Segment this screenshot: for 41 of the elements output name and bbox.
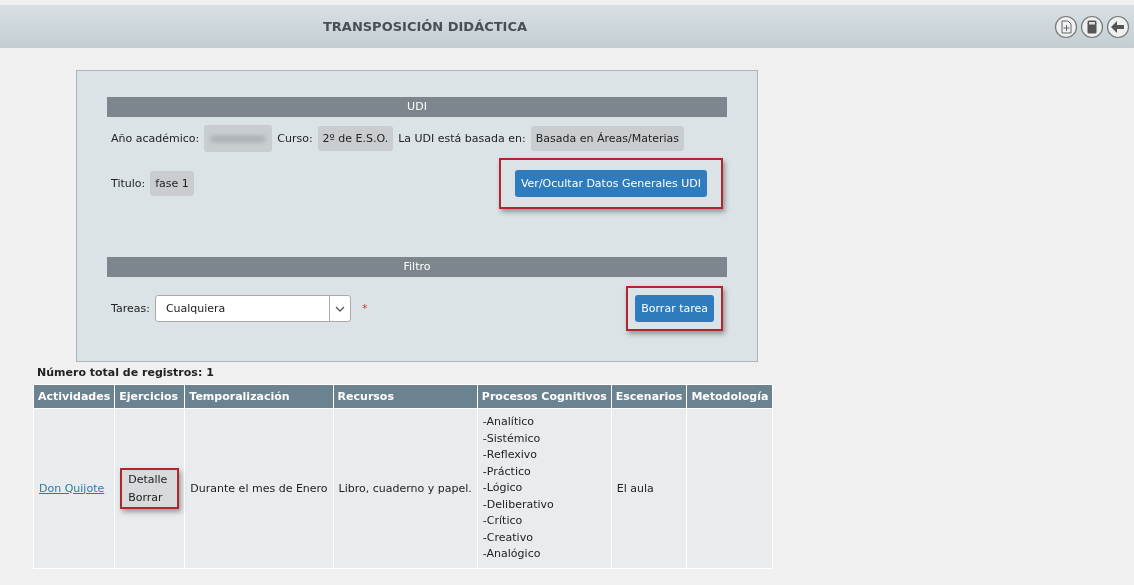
column-header: Procesos Cognitivos bbox=[477, 384, 612, 409]
required-mark: * bbox=[361, 302, 368, 315]
toggle-details-button[interactable]: Ver/Ocultar Datos Generales UDI bbox=[514, 170, 707, 197]
table-cell: Libro, cuaderno y papel. bbox=[333, 408, 478, 568]
field-label: Tareas: bbox=[111, 302, 150, 315]
record-count: Número total de registros: 1 bbox=[37, 366, 214, 379]
calculator-icon[interactable] bbox=[1080, 14, 1104, 39]
process-item: -Creativo bbox=[482, 530, 534, 545]
section-header: UDI bbox=[107, 97, 727, 117]
table-cell: Durante el mes de Enero bbox=[184, 408, 334, 568]
field-label: Año académico: bbox=[111, 132, 200, 145]
column-header: Escenarios bbox=[611, 384, 687, 409]
title-value: fase 1 bbox=[150, 171, 194, 196]
field-value: Basada en Áreas/Materias bbox=[530, 126, 685, 151]
process-item: -Sistémico bbox=[482, 431, 542, 446]
process-item: -Deliberativo bbox=[482, 497, 555, 512]
activity-link[interactable]: Don Quijote bbox=[39, 481, 105, 495]
section-header: Filtro bbox=[107, 257, 727, 277]
tasks-dropdown[interactable]: Cualquiera bbox=[154, 295, 351, 322]
process-item: -Lógico bbox=[482, 481, 524, 496]
menu-item[interactable]: Borrar bbox=[128, 490, 168, 504]
process-item: -Práctico bbox=[482, 464, 532, 479]
field-label: Curso: bbox=[277, 132, 313, 145]
delete-task-button[interactable]: Borrar tarea bbox=[635, 295, 714, 322]
table-cell: El aula bbox=[611, 408, 687, 568]
field-label: La UDI está basada en: bbox=[398, 132, 526, 145]
field-label: Titulo: bbox=[111, 177, 146, 190]
process-item: -Reflexivo bbox=[482, 448, 539, 463]
field-value: 2º de E.S.O. bbox=[317, 126, 394, 151]
process-item: -Analítico bbox=[482, 415, 536, 430]
page-title: TRANSPOSICIÓN DIDÁCTICA bbox=[321, 19, 529, 34]
column-header: Ejercicios bbox=[114, 384, 185, 409]
caret-icon bbox=[334, 305, 345, 312]
process-item: -Crítico bbox=[482, 514, 524, 529]
process-item: -Analógico bbox=[482, 547, 542, 562]
menu-item[interactable]: Detalle bbox=[128, 472, 168, 486]
column-header: Metodología bbox=[686, 384, 773, 409]
column-header: Actividades bbox=[33, 384, 115, 409]
new-document-icon[interactable] bbox=[1054, 14, 1078, 39]
column-header: Temporalización bbox=[184, 384, 334, 409]
column-header: Recursos bbox=[333, 384, 478, 409]
